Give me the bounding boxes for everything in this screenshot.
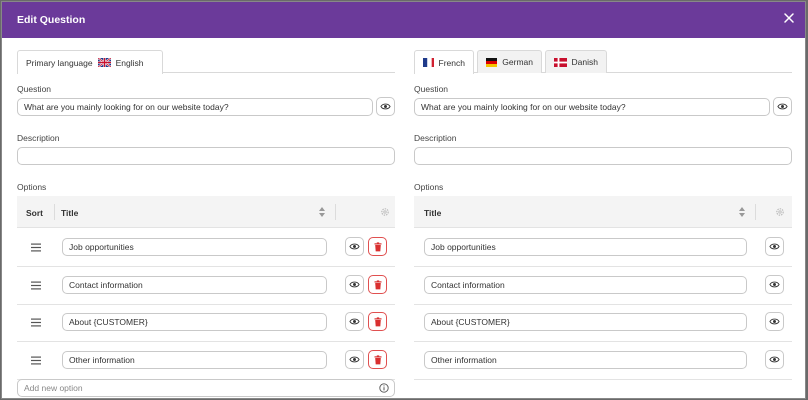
drag-handle-icon[interactable] bbox=[31, 243, 41, 252]
question-label: Question bbox=[17, 84, 52, 94]
tab-french[interactable]: French bbox=[414, 50, 474, 74]
gear-icon[interactable] bbox=[380, 207, 390, 217]
options-label: Options bbox=[414, 182, 444, 192]
row-divider bbox=[414, 341, 792, 342]
option-translation-field[interactable]: Job opportunities bbox=[424, 238, 747, 256]
tab-label: English bbox=[115, 57, 144, 68]
options-label: Options bbox=[17, 182, 47, 192]
tab-label: German bbox=[502, 57, 533, 67]
question-preview-button[interactable] bbox=[376, 97, 395, 116]
primary-language-tabbar: Primary language English bbox=[17, 50, 395, 74]
column-divider bbox=[755, 204, 756, 220]
row-divider bbox=[414, 379, 792, 380]
row-divider bbox=[17, 266, 395, 267]
question-field[interactable]: What are you mainly looking for on our w… bbox=[17, 98, 373, 116]
tab-label: Danish bbox=[571, 57, 598, 67]
close-icon[interactable] bbox=[783, 12, 795, 24]
option-preview-button[interactable] bbox=[345, 312, 364, 331]
option-translation-preview-button[interactable] bbox=[765, 275, 784, 294]
row-divider bbox=[414, 304, 792, 305]
drag-handle-icon[interactable] bbox=[31, 356, 41, 365]
sort-arrows-icon[interactable] bbox=[738, 206, 746, 218]
option-translation-preview-button[interactable] bbox=[765, 312, 784, 331]
description-label: Description bbox=[414, 133, 457, 143]
question-label: Question bbox=[414, 84, 449, 94]
row-divider bbox=[414, 266, 792, 267]
title-column-header[interactable]: Title bbox=[61, 208, 78, 218]
translation-tabbar: French German Danish bbox=[414, 50, 792, 74]
modal-header: Edit Question bbox=[2, 2, 805, 38]
question-translation-preview-button[interactable] bbox=[773, 97, 792, 116]
eye-icon bbox=[380, 103, 391, 110]
option-title-field[interactable]: Contact information bbox=[62, 276, 327, 294]
option-translation-field[interactable]: Other information bbox=[424, 351, 747, 369]
tab-german[interactable]: German bbox=[477, 50, 542, 73]
option-title-field[interactable]: Other information bbox=[62, 351, 327, 369]
description-translation-field[interactable] bbox=[414, 147, 792, 165]
delete-option-button[interactable] bbox=[368, 350, 387, 369]
description-field[interactable] bbox=[17, 147, 395, 165]
row-divider bbox=[17, 341, 395, 342]
info-icon[interactable] bbox=[379, 383, 389, 393]
option-translation-preview-button[interactable] bbox=[765, 350, 784, 369]
delete-option-button[interactable] bbox=[368, 312, 387, 331]
modal-title: Edit Question bbox=[17, 14, 86, 26]
germany-flag-icon bbox=[486, 57, 498, 67]
eye-icon bbox=[777, 103, 788, 110]
options-table-header: Sort Title bbox=[17, 196, 395, 228]
option-title-field[interactable]: About {CUSTOMER} bbox=[62, 313, 327, 331]
row-divider bbox=[17, 304, 395, 305]
tab-primary-english[interactable]: Primary language English bbox=[17, 50, 163, 74]
question-translation-field[interactable]: What are you mainly looking for on our w… bbox=[414, 98, 770, 116]
denmark-flag-icon bbox=[554, 57, 567, 67]
title-column-header[interactable]: Title bbox=[424, 208, 441, 218]
option-translation-preview-button[interactable] bbox=[765, 237, 784, 256]
tab-prefix: Primary language bbox=[26, 57, 93, 68]
option-title-field[interactable]: Job opportunities bbox=[62, 238, 327, 256]
tab-label: French bbox=[438, 57, 465, 68]
translation-table-header: Title bbox=[414, 196, 792, 228]
column-divider bbox=[335, 204, 336, 220]
add-option-input[interactable]: Add new option bbox=[17, 379, 395, 397]
delete-option-button[interactable] bbox=[368, 275, 387, 294]
option-preview-button[interactable] bbox=[345, 275, 364, 294]
option-translation-field[interactable]: Contact information bbox=[424, 276, 747, 294]
option-preview-button[interactable] bbox=[345, 237, 364, 256]
delete-option-button[interactable] bbox=[368, 237, 387, 256]
drag-handle-icon[interactable] bbox=[31, 281, 41, 290]
edit-question-modal: Edit Question Primary language English Q… bbox=[1, 1, 806, 399]
sort-arrows-icon[interactable] bbox=[318, 206, 326, 218]
uk-flag-icon bbox=[97, 58, 111, 67]
sort-column-header: Sort bbox=[26, 208, 43, 218]
column-divider bbox=[54, 204, 55, 220]
gear-icon[interactable] bbox=[775, 207, 785, 217]
option-preview-button[interactable] bbox=[345, 350, 364, 369]
france-flag-icon bbox=[423, 58, 434, 67]
tab-danish[interactable]: Danish bbox=[545, 50, 607, 73]
option-translation-field[interactable]: About {CUSTOMER} bbox=[424, 313, 747, 331]
description-label: Description bbox=[17, 133, 60, 143]
drag-handle-icon[interactable] bbox=[31, 318, 41, 327]
